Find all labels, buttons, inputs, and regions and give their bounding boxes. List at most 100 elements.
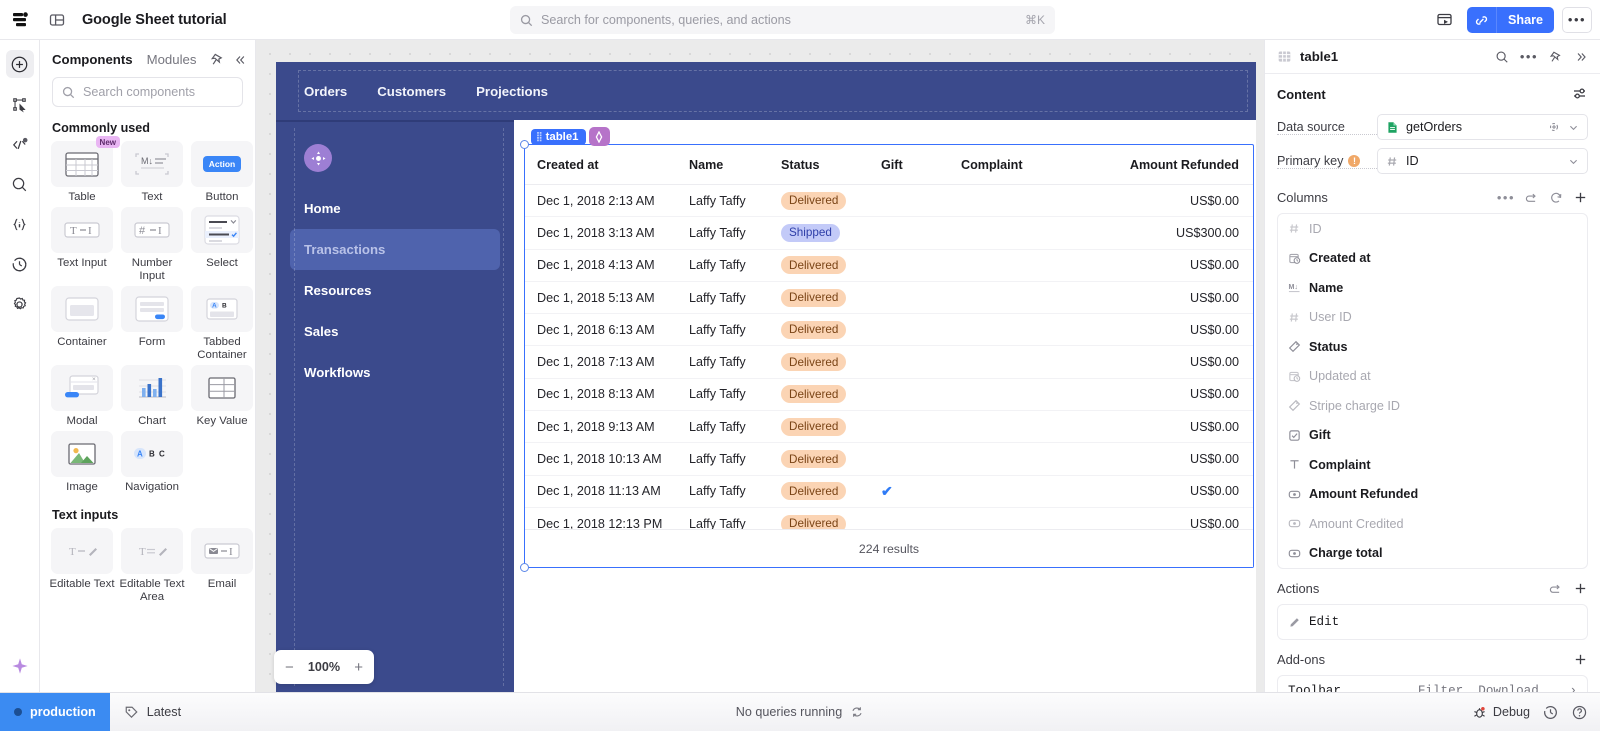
app-main-area[interactable]: ⣿ table1 Created at Name Status Gift Com… bbox=[514, 120, 1256, 692]
component-tile-key-value[interactable]: Key Value bbox=[188, 365, 255, 428]
table-row[interactable]: Dec 1, 2018 8:13 AM Laffy Taffy Delivered U… bbox=[525, 379, 1253, 412]
target-icon[interactable] bbox=[1547, 120, 1561, 134]
column-list-item[interactable]: Stripe charge ID bbox=[1278, 391, 1587, 421]
plus-icon[interactable] bbox=[1573, 581, 1588, 596]
ai-diamond-icon[interactable] bbox=[588, 127, 610, 146]
column-list-item[interactable]: Complaint bbox=[1278, 450, 1587, 480]
search-icon[interactable] bbox=[1495, 50, 1509, 64]
table-row[interactable]: Dec 1, 2018 4:13 AM Laffy Taffy Delivered U… bbox=[525, 250, 1253, 282]
column-list-item[interactable]: Charge total bbox=[1278, 539, 1587, 569]
editor-canvas[interactable]: Orders Customers Projections Home Transa… bbox=[256, 40, 1264, 692]
header-more-button[interactable]: ••• bbox=[1562, 7, 1592, 33]
drag-grip-icon[interactable]: ⣿ bbox=[536, 132, 543, 141]
chevron-down-icon[interactable] bbox=[1568, 122, 1579, 133]
chevron-double-right-icon[interactable] bbox=[1574, 50, 1588, 64]
resize-handle-top-left[interactable] bbox=[520, 140, 529, 149]
table-row[interactable]: Dec 1, 2018 3:13 AM Laffy Taffy Shipped US$… bbox=[525, 217, 1253, 250]
code-brackets-icon[interactable] bbox=[6, 130, 34, 158]
sidebar-item-transactions[interactable]: Transactions bbox=[290, 229, 500, 270]
tab-components[interactable]: Components bbox=[52, 52, 133, 67]
widget-name-pill[interactable]: ⣿ table1 bbox=[531, 128, 586, 145]
primary-key-select[interactable]: ID bbox=[1377, 148, 1588, 174]
component-tile-text[interactable]: M↓ Text bbox=[118, 141, 186, 204]
more-dots-icon[interactable]: ••• bbox=[1520, 50, 1538, 63]
warning-icon[interactable]: ! bbox=[1348, 154, 1361, 167]
column-list-item[interactable]: ID bbox=[1278, 214, 1587, 244]
component-tile-table[interactable]: New Table bbox=[48, 136, 120, 204]
component-tile-tabbed-container[interactable]: A B Tabbed Container bbox=[188, 286, 255, 362]
share-button[interactable]: Share bbox=[1496, 7, 1554, 33]
column-header-amount-refunded[interactable]: Amount Refunded bbox=[1091, 158, 1253, 172]
sidebar-item-sales[interactable]: Sales bbox=[290, 311, 500, 352]
table-row[interactable]: Dec 1, 2018 7:13 AM Laffy Taffy Delivered U… bbox=[525, 346, 1253, 379]
refresh-icon[interactable] bbox=[850, 705, 864, 719]
search-icon[interactable] bbox=[6, 170, 34, 198]
component-tile-email[interactable]: I Email bbox=[188, 528, 255, 604]
table-row[interactable]: Dec 1, 2018 9:13 AM Laffy Taffy Delivered U… bbox=[525, 411, 1253, 444]
link-icon[interactable] bbox=[1466, 7, 1497, 33]
sidebar-item-workflows[interactable]: Workflows bbox=[290, 352, 500, 393]
column-list-item[interactable]: M↓ Name bbox=[1278, 273, 1587, 303]
resize-handle-bottom-left[interactable] bbox=[520, 563, 529, 572]
table-row[interactable]: Dec 1, 2018 6:13 AM Laffy Taffy Delivered U… bbox=[525, 314, 1253, 347]
global-search[interactable]: Search for components, queries, and acti… bbox=[510, 6, 1055, 34]
table-row[interactable]: Dec 1, 2018 5:13 AM Laffy Taffy Delivered U… bbox=[525, 282, 1253, 315]
table-row[interactable]: Dec 1, 2018 11:13 AM Laffy Taffy Delivered… bbox=[525, 476, 1253, 508]
app-nav-tab-customers[interactable]: Customers bbox=[377, 84, 446, 99]
component-tile-form[interactable]: Form bbox=[118, 286, 186, 362]
clock-history-icon[interactable] bbox=[1542, 704, 1559, 721]
chevron-right-icon[interactable]: › bbox=[1569, 684, 1577, 692]
column-header-created-at[interactable]: Created at bbox=[537, 158, 689, 172]
sidebar-item-home[interactable]: Home bbox=[290, 188, 500, 229]
undo-icon[interactable] bbox=[1525, 191, 1539, 205]
zoom-in-button[interactable]: + bbox=[354, 659, 363, 676]
zoom-out-button[interactable]: − bbox=[285, 659, 294, 676]
column-list-item[interactable]: Amount Credited bbox=[1278, 509, 1587, 539]
component-tile-container[interactable]: Container bbox=[48, 286, 116, 362]
curly-braces-icon[interactable] bbox=[6, 210, 34, 238]
panel-layout-icon[interactable] bbox=[40, 0, 74, 40]
component-tile-button[interactable]: Action Button bbox=[188, 141, 255, 204]
question-circle-icon[interactable] bbox=[1571, 704, 1588, 721]
app-nav-tab-orders[interactable]: Orders bbox=[304, 84, 347, 99]
component-tile-number-input[interactable]: # I Number Input bbox=[118, 207, 186, 283]
plus-icon[interactable] bbox=[1573, 652, 1588, 667]
retool-logo-icon[interactable] bbox=[0, 0, 40, 40]
component-tile-select[interactable]: Select bbox=[188, 207, 255, 283]
table-row[interactable]: Dec 1, 2018 2:13 AM Laffy Taffy Delivered U… bbox=[525, 185, 1253, 218]
column-list-item[interactable]: Updated at bbox=[1278, 362, 1587, 392]
app-nav-tab-projections[interactable]: Projections bbox=[476, 84, 548, 99]
component-tile-image[interactable]: Image bbox=[48, 431, 116, 494]
table-row[interactable]: Dec 1, 2018 10:13 AM Laffy Taffy Delivered… bbox=[525, 443, 1253, 476]
column-list-item[interactable]: User ID bbox=[1278, 303, 1587, 333]
data-source-select[interactable]: getOrders bbox=[1377, 114, 1588, 140]
preview-window-icon[interactable] bbox=[1431, 6, 1459, 34]
column-header-complaint[interactable]: Complaint bbox=[961, 158, 1091, 172]
column-header-status[interactable]: Status bbox=[781, 158, 881, 172]
column-list-item[interactable]: Amount Refunded bbox=[1278, 480, 1587, 510]
plus-icon[interactable] bbox=[1573, 190, 1588, 205]
sidebar-item-resources[interactable]: Resources bbox=[290, 270, 500, 311]
debug-button[interactable]: Debug bbox=[1472, 705, 1530, 720]
component-tile-navigation[interactable]: A B C Navigation bbox=[118, 431, 186, 494]
component-search-input[interactable]: Search components bbox=[52, 77, 243, 107]
node-select-icon[interactable] bbox=[6, 90, 34, 118]
refresh-icon[interactable] bbox=[1549, 191, 1563, 205]
component-tile-editable-text-area[interactable]: T Editable Text Area bbox=[118, 528, 186, 604]
clock-history-icon[interactable] bbox=[6, 250, 34, 278]
table-widget-table1[interactable]: ⣿ table1 Created at Name Status Gift Com… bbox=[520, 127, 1254, 572]
tab-modules[interactable]: Modules bbox=[147, 52, 197, 67]
ai-sparkle-icon[interactable] bbox=[6, 652, 34, 680]
action-item-edit[interactable]: Edit bbox=[1278, 605, 1587, 639]
column-list-item[interactable]: Gift bbox=[1278, 421, 1587, 451]
component-tile-editable-text[interactable]: T Editable Text bbox=[48, 528, 116, 604]
gear-icon[interactable] bbox=[6, 290, 34, 318]
addon-item-toolbar[interactable]: Toolbar Filter, Download, … › bbox=[1278, 676, 1587, 692]
search-input[interactable]: Search for components, queries, and acti… bbox=[510, 6, 1055, 34]
column-list-item[interactable]: Status bbox=[1278, 332, 1587, 362]
more-dots-icon[interactable]: ••• bbox=[1497, 191, 1515, 204]
chevron-double-left-icon[interactable] bbox=[233, 53, 247, 67]
undo-icon[interactable] bbox=[1549, 582, 1563, 596]
plus-circle-icon[interactable] bbox=[5, 50, 34, 78]
pin-icon[interactable] bbox=[1549, 50, 1563, 64]
